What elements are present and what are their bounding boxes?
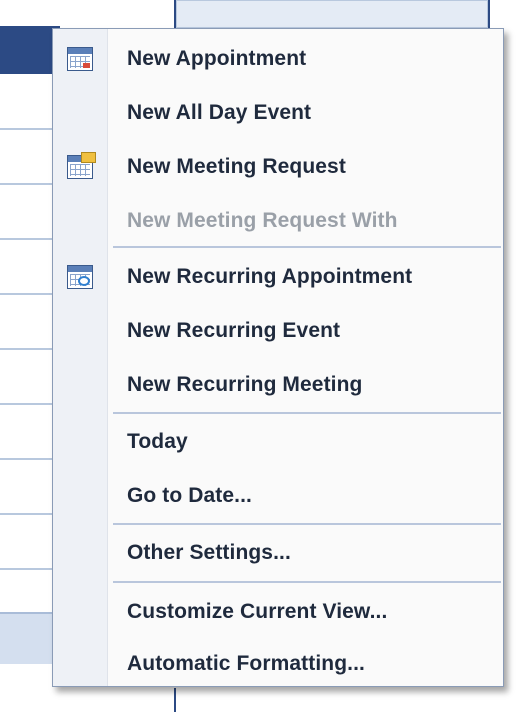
time-slot-line bbox=[0, 128, 58, 130]
time-slot-line bbox=[0, 293, 58, 295]
calendar-header-cell bbox=[176, 0, 488, 28]
meeting-request-icon bbox=[67, 152, 96, 179]
time-slot-line bbox=[0, 238, 58, 240]
menu-item-label: Go to Date... bbox=[127, 484, 252, 507]
menu-item-label: New Appointment bbox=[127, 47, 307, 70]
menu-item-label: New Recurring Appointment bbox=[127, 265, 413, 288]
menu-item-new-all-day-event[interactable]: New All Day Event bbox=[53, 87, 503, 139]
time-slot-line bbox=[0, 568, 58, 570]
menu-item-automatic-formatting[interactable]: Automatic Formatting... bbox=[53, 638, 503, 690]
menu-item-new-appointment[interactable]: New Appointment bbox=[53, 33, 503, 85]
menu-item-today[interactable]: Today bbox=[53, 416, 503, 468]
menu-item-new-recurring-event[interactable]: New Recurring Event bbox=[53, 305, 503, 357]
menu-separator bbox=[113, 412, 501, 414]
calendar-icon bbox=[67, 47, 93, 71]
menu-item-label: New Meeting Request With bbox=[127, 209, 398, 232]
menu-separator bbox=[113, 246, 501, 248]
calendar-context-menu: New Appointment New All Day Event New Me… bbox=[52, 28, 504, 687]
menu-separator bbox=[113, 523, 501, 525]
menu-item-label: Automatic Formatting... bbox=[127, 652, 365, 675]
menu-item-customize-current-view[interactable]: Customize Current View... bbox=[53, 586, 503, 638]
time-slot-line bbox=[0, 403, 58, 405]
menu-item-label: Customize Current View... bbox=[127, 600, 388, 623]
selected-time-slot[interactable] bbox=[0, 26, 60, 74]
menu-item-new-recurring-appointment[interactable]: New Recurring Appointment bbox=[53, 251, 503, 303]
calendar-bottom-band bbox=[0, 612, 60, 664]
menu-item-label: New Meeting Request bbox=[127, 155, 346, 178]
time-slot-line bbox=[0, 348, 58, 350]
menu-item-new-recurring-meeting[interactable]: New Recurring Meeting bbox=[53, 359, 503, 411]
time-slot-line bbox=[0, 513, 58, 515]
menu-item-go-to-date[interactable]: Go to Date... bbox=[53, 470, 503, 522]
time-slot-line bbox=[0, 458, 58, 460]
menu-item-other-settings[interactable]: Other Settings... bbox=[53, 527, 503, 579]
menu-item-new-meeting-request[interactable]: New Meeting Request bbox=[53, 141, 503, 193]
menu-item-label: New All Day Event bbox=[127, 101, 312, 124]
menu-separator bbox=[113, 581, 501, 583]
menu-item-label: New Recurring Event bbox=[127, 319, 341, 342]
menu-item-label: New Recurring Meeting bbox=[127, 373, 363, 396]
recurring-appointment-icon bbox=[67, 265, 93, 289]
menu-item-label: Today bbox=[127, 430, 188, 453]
menu-item-new-meeting-request-with[interactable]: New Meeting Request With bbox=[53, 195, 503, 247]
time-slot-line bbox=[0, 183, 58, 185]
menu-item-label: Other Settings... bbox=[127, 541, 291, 564]
calendar-column-divider bbox=[174, 688, 176, 712]
